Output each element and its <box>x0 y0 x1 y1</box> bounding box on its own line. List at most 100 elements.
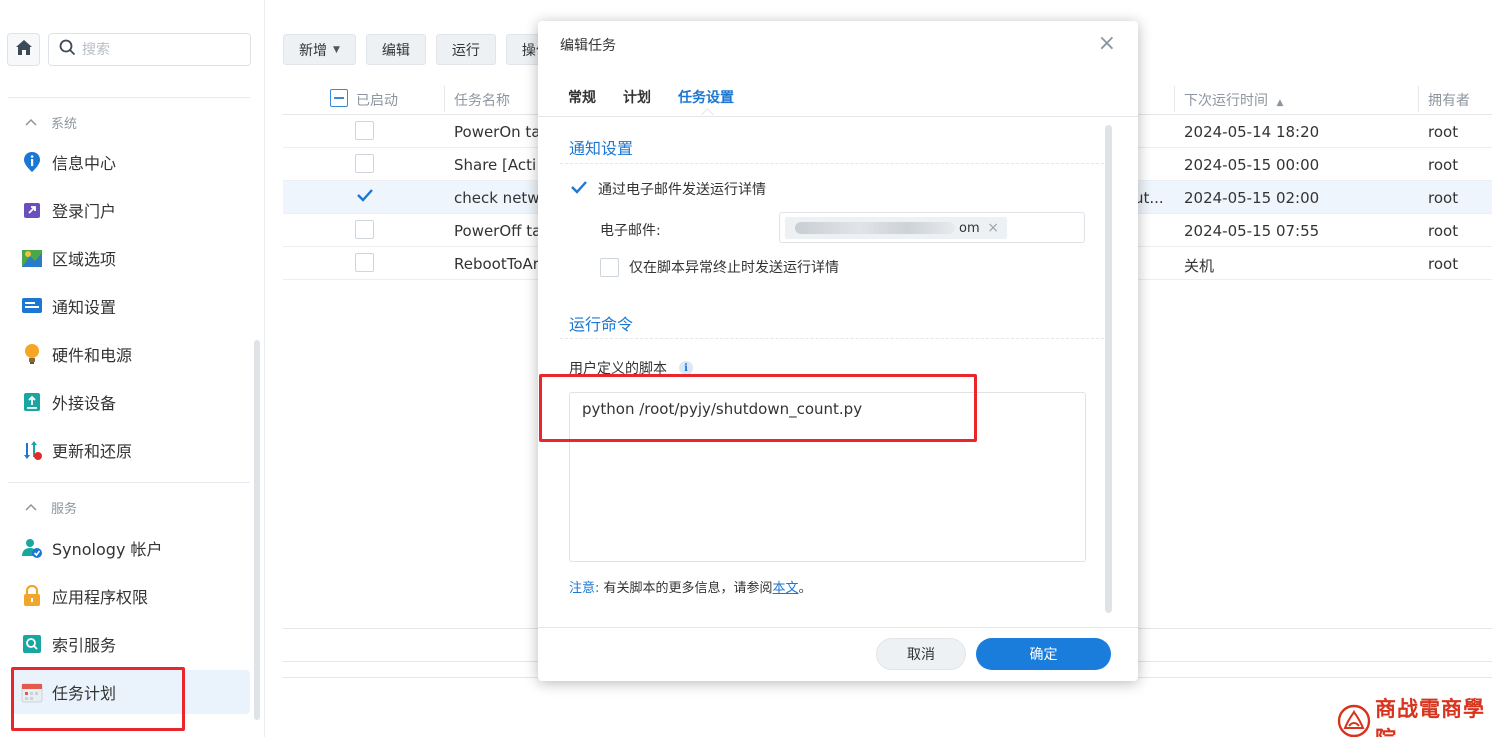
watermark-logo: 商战電商學院 <box>1337 693 1492 737</box>
sidebar-item-hardware-power[interactable]: 硬件和电源 <box>12 332 250 376</box>
section-notification-title: 通知设置 <box>569 139 634 158</box>
next-run-cell: 关机 <box>1184 257 1215 275</box>
email-details-option[interactable]: 通过电子邮件发送运行详情 <box>569 179 766 199</box>
section-system[interactable]: 系统 <box>25 113 77 132</box>
row-enabled-checkbox[interactable] <box>355 154 374 173</box>
sidebar-item-notification-settings[interactable]: 通知设置 <box>12 284 250 328</box>
owner-cell: root <box>1428 255 1459 273</box>
info-icon[interactable]: i <box>679 361 693 375</box>
ok-button[interactable]: 确定 <box>976 638 1111 670</box>
next-run-cell: 2024-05-15 00:00 <box>1184 156 1320 174</box>
edit-task-dialog: 编辑任务 × 常规 计划 任务设置 通知设置 通过电子邮件发送运行详情 电子邮件… <box>538 21 1138 681</box>
sidebar-item-app-privileges[interactable]: 应用程序权限 <box>12 574 250 618</box>
column-separator <box>444 86 445 112</box>
email-details-label: 通过电子邮件发送运行详情 <box>598 182 766 198</box>
highlight-box-script <box>539 374 977 442</box>
col-next-run[interactable]: 下次运行时间 ▲ <box>1184 90 1283 110</box>
update-restore-icon <box>21 439 43 461</box>
section-divider <box>560 338 1104 339</box>
run-button-label: 运行 <box>451 42 480 59</box>
login-portal-icon <box>21 199 43 221</box>
note-link[interactable]: 本文 <box>773 581 799 596</box>
sidebar-item-label: 索引服务 <box>52 636 117 655</box>
sidebar-item-label: Synology 帐户 <box>52 540 163 559</box>
email-chip: om × <box>785 217 1007 239</box>
col-owner[interactable]: 拥有者 <box>1428 90 1470 110</box>
abnormal-only-label: 仅在脚本异常终止时发送运行详情 <box>629 260 839 276</box>
info-center-icon <box>21 151 43 173</box>
chevron-up-icon <box>25 501 37 514</box>
sidebar-item-login-portal[interactable]: 登录门户 <box>12 188 250 232</box>
next-run-cell: 2024-05-14 18:20 <box>1184 123 1320 141</box>
chevron-up-icon <box>25 116 37 129</box>
sidebar-item-external-devices[interactable]: 外接设备 <box>12 380 250 424</box>
watermark-emblem-icon <box>1337 704 1371 737</box>
redacted-email <box>795 222 955 234</box>
sidebar-item-label: 登录门户 <box>52 202 117 221</box>
section-command-title: 运行命令 <box>569 315 634 334</box>
close-icon[interactable]: × <box>1098 31 1116 56</box>
sidebar-item-label: 通知设置 <box>52 298 117 317</box>
home-button[interactable] <box>7 33 40 66</box>
sidebar-item-label: 应用程序权限 <box>52 588 149 607</box>
watermark-text: 商战電商學院 <box>1375 696 1485 737</box>
sidebar-item-label: 信息中心 <box>52 154 117 173</box>
regional-map-icon <box>21 247 43 269</box>
dialog-title: 编辑任务 <box>560 38 616 54</box>
email-chip-suffix: om <box>959 220 980 236</box>
col-enabled[interactable]: 已启动 <box>356 90 398 110</box>
search-box[interactable] <box>48 33 251 66</box>
external-device-icon <box>21 391 43 413</box>
sidebar-item-regional-options[interactable]: 区域选项 <box>12 236 250 280</box>
cancel-button[interactable]: 取消 <box>876 638 966 670</box>
select-all-checkbox[interactable] <box>330 89 348 107</box>
col-task-name[interactable]: 任务名称 <box>454 90 510 110</box>
email-field-label: 电子邮件: <box>600 223 661 239</box>
owner-cell: root <box>1428 123 1459 141</box>
sidebar-item-indexing-service[interactable]: 索引服务 <box>12 622 250 666</box>
section-services[interactable]: 服务 <box>25 498 77 517</box>
edit-button-label: 编辑 <box>381 42 410 59</box>
sidebar: 系统 信息中心 登录门户 区域选项 通知设置 <box>0 0 265 737</box>
sidebar-divider <box>8 482 250 483</box>
run-button[interactable]: 运行 <box>435 34 496 65</box>
sidebar-scrollbar[interactable] <box>254 340 260 720</box>
toolbar: 新增 ▼ 编辑 运行 操作 <box>283 34 566 65</box>
column-separator <box>1174 86 1175 112</box>
sidebar-divider <box>8 97 250 98</box>
email-details-checkbox[interactable] <box>569 180 588 199</box>
edit-button[interactable]: 编辑 <box>365 34 426 65</box>
abnormal-only-checkbox[interactable] <box>600 257 619 277</box>
sidebar-item-synology-account[interactable]: Synology 帐户 <box>12 526 250 570</box>
add-button-label: 新增 <box>299 42 327 59</box>
tab-schedule[interactable]: 计划 <box>623 87 651 117</box>
script-note: 注意: 有关脚本的更多信息，请参阅本文。 <box>569 577 812 596</box>
row-enabled-checkbox[interactable] <box>355 121 374 140</box>
section-label: 服务 <box>51 502 78 517</box>
abnormal-only-option[interactable]: 仅在脚本异常终止时发送运行详情 <box>600 257 839 277</box>
search-input[interactable] <box>82 41 232 58</box>
sidebar-item-update-restore[interactable]: 更新和还原 <box>12 428 250 472</box>
column-separator <box>1418 86 1419 112</box>
remove-email-icon[interactable]: × <box>987 220 999 236</box>
email-field[interactable]: om × <box>779 212 1085 243</box>
add-button[interactable]: 新增 ▼ <box>283 34 356 65</box>
sidebar-item-label: 外接设备 <box>52 394 117 413</box>
dialog-scrollbar[interactable] <box>1105 125 1112 613</box>
search-icon <box>59 39 76 60</box>
sidebar-item-label: 硬件和电源 <box>52 346 133 365</box>
dialog-tabs: 常规 计划 任务设置 <box>568 87 734 117</box>
row-enabled-checkbox[interactable] <box>355 220 374 239</box>
home-icon <box>15 39 33 60</box>
row-enabled-checkbox[interactable] <box>355 253 374 272</box>
sidebar-item-label: 区域选项 <box>52 250 117 269</box>
tab-general[interactable]: 常规 <box>568 87 596 117</box>
note-label: 注意: <box>569 581 600 596</box>
next-run-cell: 2024-05-15 02:00 <box>1184 189 1320 207</box>
lock-icon <box>21 585 43 607</box>
row-enabled-checkbox[interactable] <box>355 187 374 206</box>
sidebar-item-info-center[interactable]: 信息中心 <box>12 140 250 184</box>
tab-task-settings[interactable]: 任务设置 <box>678 87 734 117</box>
next-run-cell: 2024-05-15 07:55 <box>1184 222 1320 240</box>
owner-cell: root <box>1428 222 1459 240</box>
